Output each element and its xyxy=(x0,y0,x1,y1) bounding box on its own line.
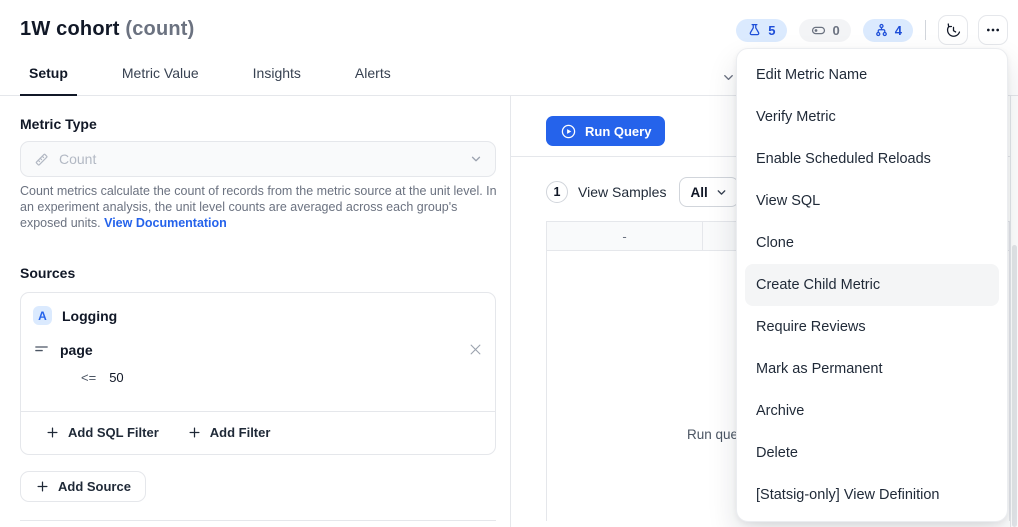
tab-metric-value[interactable]: Metric Value xyxy=(113,63,208,96)
tab-bar: Setup Metric Value Insights Alerts xyxy=(20,63,400,96)
menu-item-enable-scheduled-reloads[interactable]: Enable Scheduled Reloads xyxy=(745,138,999,180)
metric-name: 1W cohort xyxy=(20,18,120,40)
header-actions: 5 0 4 xyxy=(736,15,1008,45)
chevron-down-icon xyxy=(469,152,483,166)
plus-icon xyxy=(187,425,202,440)
menu-item-delete[interactable]: Delete xyxy=(745,432,999,474)
lineage-badge[interactable]: 4 xyxy=(862,18,913,42)
menu-item-view-sql[interactable]: View SQL xyxy=(745,180,999,222)
menu-item-archive[interactable]: Archive xyxy=(745,390,999,432)
add-sql-filter-label: Add SQL Filter xyxy=(68,425,159,440)
play-circle-icon xyxy=(560,123,577,140)
tab-alerts[interactable]: Alerts xyxy=(346,63,400,96)
source-name: Logging xyxy=(62,307,118,324)
filter-condition-row[interactable]: <= 50 xyxy=(81,370,124,385)
metric-options-menu: Edit Metric Name Verify Metric Enable Sche… xyxy=(736,48,1008,522)
badge-count: 0 xyxy=(832,22,840,38)
tab-insights[interactable]: Insights xyxy=(244,63,310,96)
ellipsis-icon xyxy=(985,22,1001,38)
add-filter-button[interactable]: Add Filter xyxy=(187,425,271,440)
table-empty-message: Run que xyxy=(687,427,739,442)
header-badges: 5 0 4 xyxy=(736,18,913,42)
menu-item-edit-metric-name[interactable]: Edit Metric Name xyxy=(745,54,999,96)
chevron-down-icon xyxy=(715,186,728,199)
history-button[interactable] xyxy=(938,15,968,45)
step-number-badge: 1 xyxy=(546,181,568,203)
filter-value[interactable]: 50 xyxy=(109,370,123,385)
view-samples-row: 1 View Samples All xyxy=(546,177,739,207)
section-divider xyxy=(20,520,496,521)
source-card: A Logging page <= 50 Add SQL Filter Add … xyxy=(20,292,496,455)
badge-count: 4 xyxy=(894,22,902,38)
menu-item-require-reviews[interactable]: Require Reviews xyxy=(745,306,999,348)
menu-item-clone[interactable]: Clone xyxy=(745,222,999,264)
filter-actions: Add SQL Filter Add Filter xyxy=(45,411,270,454)
plus-icon xyxy=(45,425,60,440)
samples-filter-value: All xyxy=(690,184,708,200)
description-text: Count metrics calculate the count of rec… xyxy=(20,184,497,230)
toggle-icon xyxy=(810,23,827,38)
menu-item-create-child-metric[interactable]: Create Child Metric xyxy=(745,264,999,306)
metric-type-select[interactable]: Count xyxy=(20,141,496,177)
filter-field-name: page xyxy=(60,341,93,358)
remove-filter-button[interactable] xyxy=(468,342,483,357)
metric-type-label: Metric Type xyxy=(20,116,97,132)
metric-type-value: Count xyxy=(59,151,97,167)
org-icon xyxy=(874,23,889,38)
plus-icon xyxy=(35,479,50,494)
run-query-label: Run Query xyxy=(585,123,652,139)
sources-label: Sources xyxy=(20,265,76,281)
add-source-label: Add Source xyxy=(58,479,131,494)
filter-operator[interactable]: <= xyxy=(81,370,96,385)
add-sql-filter-button[interactable]: Add SQL Filter xyxy=(45,425,159,440)
source-filter-row: page xyxy=(33,341,483,358)
samples-filter-select[interactable]: All xyxy=(679,177,739,207)
tab-setup[interactable]: Setup xyxy=(20,63,77,96)
menu-item-statsig-only-view-definition[interactable]: [Statsig-only] View Definition xyxy=(745,474,999,516)
setup-panel: Metric Type Count Count metrics calculat… xyxy=(0,96,510,527)
table-column-header: - xyxy=(547,222,703,250)
add-source-button[interactable]: Add Source xyxy=(20,471,146,502)
add-filter-label: Add Filter xyxy=(209,425,271,440)
metric-type-suffix: (count) xyxy=(125,18,195,40)
chevron-down-icon[interactable] xyxy=(721,70,736,85)
more-options-button[interactable] xyxy=(978,15,1008,45)
view-documentation-link[interactable]: View Documentation xyxy=(104,216,227,230)
menu-item-mark-as-permanent[interactable]: Mark as Permanent xyxy=(745,348,999,390)
menu-item-verify-metric[interactable]: Verify Metric xyxy=(745,96,999,138)
page-title: 1W cohort (count) xyxy=(20,18,195,41)
metric-type-description: Count metrics calculate the count of rec… xyxy=(20,183,498,231)
gates-badge[interactable]: 0 xyxy=(798,18,851,42)
scrollbar-thumb[interactable] xyxy=(1012,245,1017,527)
badge-count: 5 xyxy=(768,22,776,38)
experiments-badge[interactable]: 5 xyxy=(736,18,787,42)
view-samples-label: View Samples xyxy=(578,184,667,200)
source-avatar: A xyxy=(33,306,52,325)
run-query-button[interactable]: Run Query xyxy=(546,116,666,146)
ruler-icon xyxy=(33,151,50,168)
header-separator xyxy=(925,20,926,40)
history-icon xyxy=(945,22,962,39)
filter-icon xyxy=(33,341,50,358)
flask-icon xyxy=(747,23,762,38)
panel-right-border xyxy=(1010,96,1011,527)
source-header-row: A Logging xyxy=(33,306,117,325)
